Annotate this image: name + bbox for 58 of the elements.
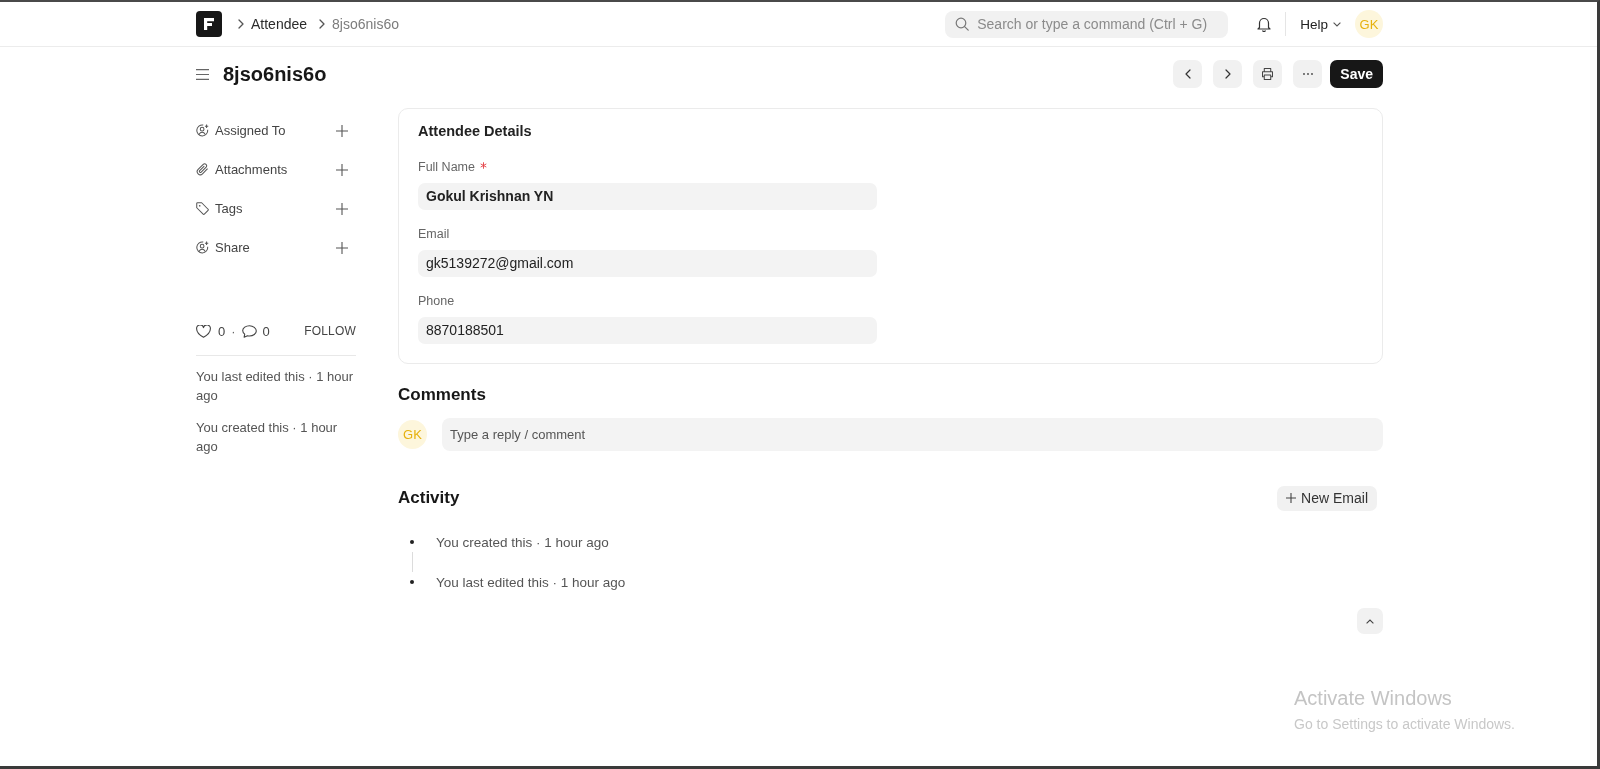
search-field[interactable]: Search or type a command (Ctrl + G) [945, 10, 1229, 38]
activity-text: You last edited this · 1 hour ago [436, 574, 626, 590]
timeline-dot-icon [410, 580, 414, 584]
sidebar-item-label[interactable]: Share [215, 240, 250, 255]
separator-text: · [231, 323, 236, 339]
tag-icon [196, 202, 209, 215]
sidebar-item-label[interactable]: Assigned To [215, 123, 286, 138]
breadcrumb-link[interactable]: Attendee [251, 16, 308, 32]
plus-icon [1286, 493, 1297, 503]
input-field[interactable]: Gokul Krishnan YN [418, 183, 877, 210]
heart-icon[interactable] [196, 324, 211, 338]
field-label: Phone [418, 293, 455, 310]
user-avatar: GK [398, 420, 427, 449]
printer-icon [1261, 68, 1275, 80]
history-text: You created this · 1 hour ago [196, 419, 339, 456]
caret-down-icon [1333, 21, 1341, 27]
page-title: 8jso6nis6o [223, 62, 327, 87]
comment-count: 0 [262, 323, 270, 339]
field-label: Full Name [418, 159, 475, 176]
activation-notice-title: Activate Windows [1294, 686, 1453, 710]
user-plus-icon [196, 124, 209, 137]
help-menu-button[interactable]: Help [1300, 16, 1341, 32]
comments-heading: Comments [398, 384, 486, 406]
app-logo-icon[interactable] [196, 11, 222, 37]
section-title: Attendee Details [418, 122, 532, 140]
sidebar-item-label[interactable]: Tags [215, 201, 243, 216]
input-field[interactable]: 8870188501 [418, 317, 877, 344]
add-icon[interactable] [336, 202, 348, 215]
notification-bell-icon[interactable] [1257, 16, 1272, 32]
like-count: 0 [218, 323, 226, 339]
search-icon [955, 17, 970, 31]
chevron-left-icon [1184, 69, 1191, 79]
add-icon[interactable] [336, 124, 348, 137]
chevron-right-icon [319, 19, 326, 29]
sidebar-item-label[interactable]: Attachments [215, 162, 288, 177]
timeline-dot-icon [410, 540, 414, 544]
next-button[interactable] [1213, 60, 1243, 88]
paperclip-icon [196, 163, 209, 176]
breadcrumb-link[interactable]: 8jso6nis6o [332, 16, 399, 32]
activity-heading: Activity [398, 487, 460, 509]
chevron-up-icon [1366, 618, 1374, 624]
user-plus-icon [196, 241, 209, 254]
follow-link[interactable]: FOLLOW [304, 324, 356, 338]
activity-text: You created this · 1 hour ago [436, 534, 609, 550]
previous-button[interactable] [1173, 60, 1203, 88]
menu-icon[interactable] [196, 68, 209, 80]
print-button[interactable] [1253, 60, 1283, 88]
add-icon[interactable] [336, 241, 348, 254]
comment-icon [241, 324, 257, 338]
new-email-button[interactable]: New Email [1277, 485, 1377, 511]
save-button[interactable]: Save [1330, 60, 1383, 88]
add-icon[interactable] [336, 163, 348, 176]
history-text: You last edited this · 1 hour ago [196, 368, 355, 405]
chevron-right-icon [238, 19, 244, 29]
input-field[interactable]: gk5139272@gmail.com [418, 250, 877, 277]
field-label: Email [418, 226, 450, 243]
comment-field[interactable]: Type a reply / comment [442, 418, 1383, 451]
chevron-right-icon [1224, 69, 1231, 79]
